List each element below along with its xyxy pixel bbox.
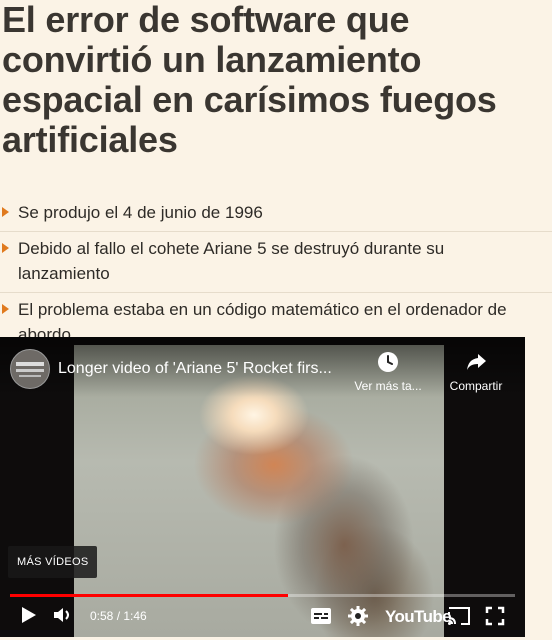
video-player[interactable]: Longer video of 'Ariane 5' Rocket firs..… (0, 337, 525, 637)
time-display: 0:58 / 1:46 (90, 609, 147, 623)
video-controls: 0:58 / 1:46 YouTube (0, 601, 525, 637)
summary-item: Se produjo el 4 de junio de 1996 (0, 196, 552, 232)
share-label: Compartir (449, 379, 503, 393)
bullet-arrow-icon (2, 304, 9, 314)
share-icon (467, 354, 486, 370)
progress-played (10, 594, 288, 597)
video-top-bar: Longer video of 'Ariane 5' Rocket firs..… (0, 337, 525, 397)
watch-later-label: Ver más ta... (354, 379, 422, 393)
summary-item-text: Debido al fallo el cohete Ariane 5 se de… (18, 239, 445, 283)
bullet-arrow-icon (2, 243, 9, 253)
summary-list: Se produjo el 4 de junio de 1996 Debido … (0, 196, 552, 353)
clock-icon (378, 352, 398, 372)
subtitles-icon[interactable] (310, 607, 332, 625)
watch-later-button[interactable]: Ver más ta... (348, 351, 428, 393)
bullet-arrow-icon (2, 207, 9, 217)
progress-bar[interactable] (10, 594, 515, 597)
youtube-logo[interactable]: YouTube (385, 607, 452, 627)
article-headline: El error de software que convirtió un la… (2, 0, 497, 160)
cast-icon[interactable] (447, 606, 471, 626)
more-videos-button[interactable]: MÁS VÍDEOS (8, 546, 98, 578)
video-title[interactable]: Longer video of 'Ariane 5' Rocket firs..… (58, 359, 348, 379)
channel-avatar[interactable] (10, 349, 50, 389)
play-icon[interactable] (20, 605, 38, 625)
summary-item: Debido al fallo el cohete Ariane 5 se de… (0, 232, 552, 293)
share-button[interactable]: Compartir (440, 351, 512, 393)
summary-item-text: Se produjo el 4 de junio de 1996 (18, 203, 263, 222)
settings-icon[interactable] (347, 605, 369, 627)
volume-icon[interactable] (52, 605, 74, 625)
fullscreen-icon[interactable] (485, 606, 505, 626)
